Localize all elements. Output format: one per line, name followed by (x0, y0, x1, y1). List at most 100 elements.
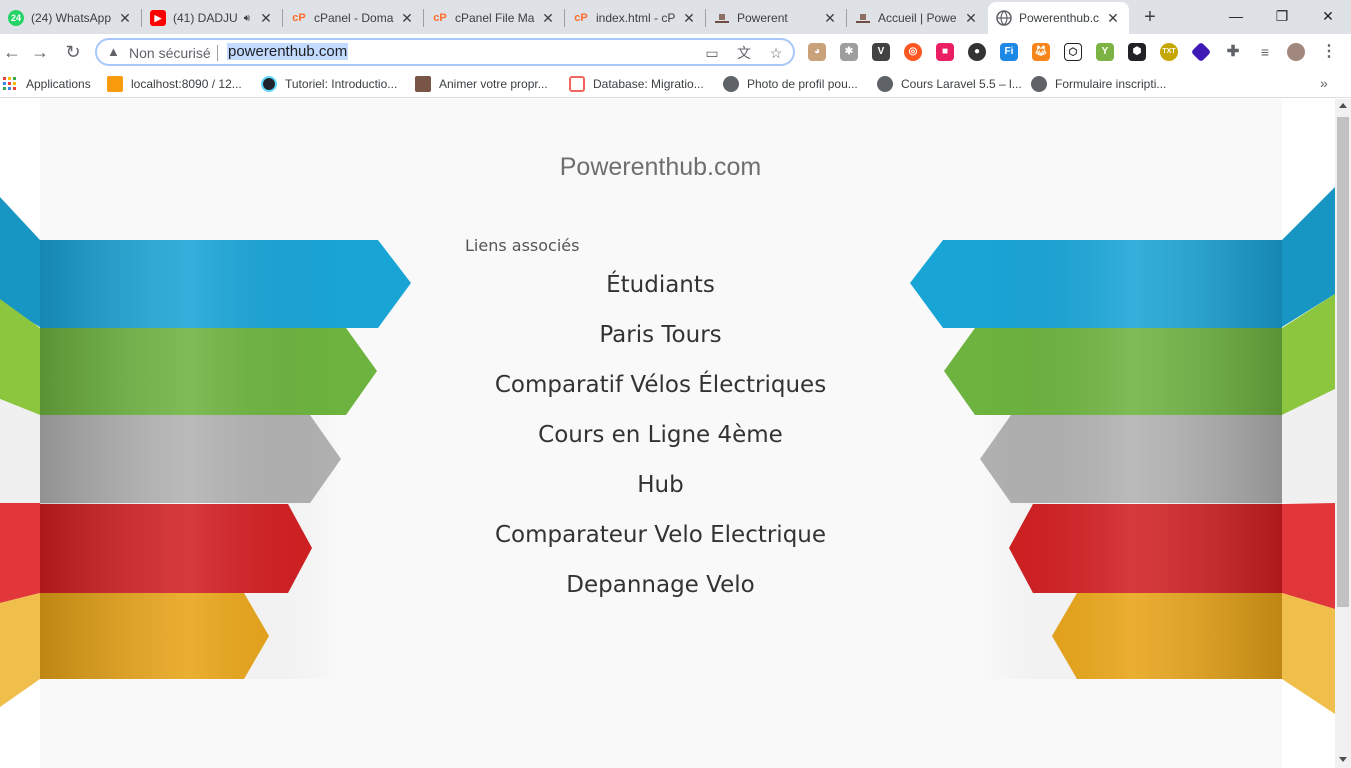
tab-title: (24) WhatsApp (31, 11, 112, 25)
reload-button[interactable]: ↻ (61, 40, 85, 64)
address-bar[interactable]: ▲ Non sécurisé powerenthub.com ▭ 文 ☆ (95, 38, 795, 66)
youtube-icon: ▶ (150, 10, 166, 26)
warning-icon[interactable]: ▲ (107, 44, 123, 60)
close-icon[interactable]: ✕ (540, 10, 556, 26)
globe-icon (996, 10, 1012, 26)
speaker-icon[interactable]: 🔊︎ (244, 13, 250, 24)
bookmark-label: Animer votre propr... (439, 77, 548, 91)
tab-title: Powerenthub.c (1019, 11, 1100, 25)
close-icon[interactable]: ✕ (399, 10, 415, 26)
tab-title: Accueil | Powe (878, 11, 957, 25)
extension-fi-icon[interactable]: Fi (1000, 43, 1018, 61)
close-icon[interactable]: ✕ (1105, 10, 1121, 26)
bookmarks-bar: Applications localhost:8090 / 12... Tuto… (0, 70, 1351, 98)
tab-powerenthub-active[interactable]: Powerenthub.c ✕ (988, 2, 1129, 34)
security-label[interactable]: Non sécurisé (129, 45, 211, 61)
scroll-down-arrow-icon[interactable] (1339, 757, 1347, 762)
tab-title: (41) DADJU (173, 11, 238, 25)
forward-button[interactable]: → (28, 40, 52, 64)
tab-index-html[interactable]: cP index.html - cP ✕ (565, 2, 705, 34)
laravel-icon (569, 76, 585, 92)
related-link[interactable]: Hub (0, 467, 1321, 517)
bookmark-cours-laravel[interactable]: Cours Laravel 5.5 – l... (877, 76, 1022, 92)
bookmark-label: Tutoriel: Introductio... (285, 77, 398, 91)
close-icon[interactable]: ✕ (822, 10, 838, 26)
tab-youtube[interactable]: ▶ (41) DADJU 🔊︎ ✕ (142, 2, 282, 34)
whatsapp-icon: 24 (8, 10, 24, 26)
vertical-scrollbar[interactable] (1335, 99, 1351, 768)
globe-icon (723, 76, 739, 92)
tab-title: Powerent (737, 11, 788, 25)
tab-powerent[interactable]: Powerent ✕ (706, 2, 846, 34)
site-title: Powerenthub.com (559, 153, 762, 181)
bookmark-tutoriel[interactable]: Tutoriel: Introductio... (261, 76, 397, 92)
translate-icon[interactable]: 文 (735, 44, 753, 62)
react-icon (261, 76, 277, 92)
cpanel-icon: cP (574, 12, 588, 24)
minimize-button[interactable]: — (1213, 4, 1259, 28)
extension-diamond-icon[interactable] (1190, 41, 1212, 63)
extension-translate-icon[interactable]: Y (1096, 43, 1114, 61)
browser-toolbar: ← → ↻ ▲ Non sécurisé powerenthub.com ▭ 文… (0, 34, 1351, 70)
close-icon[interactable]: ✕ (963, 10, 979, 26)
related-links-heading: Liens associés (465, 236, 580, 255)
new-tab-button[interactable]: + (1139, 6, 1161, 28)
bookmark-label: localhost:8090 / 12... (131, 77, 242, 91)
install-app-icon[interactable]: ▭ (703, 44, 721, 62)
bookmark-star-icon[interactable]: ☆ (767, 44, 785, 62)
restore-button[interactable]: ❐ (1259, 4, 1305, 28)
menu-kebab-icon[interactable]: ⋮ (1320, 43, 1338, 61)
bookmark-label: Database: Migratio... (593, 77, 704, 91)
tab-accueil[interactable]: Accueil | Powe ✕ (847, 2, 987, 34)
bookmarks-overflow-icon[interactable]: » (1320, 75, 1328, 91)
globe-icon (1031, 76, 1047, 92)
scroll-up-arrow-icon[interactable] (1339, 103, 1347, 108)
extension-monkey-icon[interactable]: ◕ (808, 43, 826, 61)
related-link[interactable]: Cours en Ligne 4ème (0, 417, 1321, 467)
url-text[interactable]: powerenthub.com (227, 43, 349, 60)
metamask-icon[interactable]: 🦊︎ (1032, 43, 1050, 61)
extensions-puzzle-icon[interactable]: ✚ (1224, 43, 1242, 61)
hat-icon (855, 10, 871, 26)
tab-title: cPanel File Ma (455, 11, 535, 25)
media-controls-icon[interactable]: ≡ (1256, 43, 1274, 61)
bookmark-label: Applications (26, 77, 91, 91)
related-links-list: Étudiants Paris Tours Comparatif Vélos É… (0, 267, 1321, 617)
bookmark-photo[interactable]: Photo de profil pou... (723, 76, 858, 92)
tab-strip: 24 (24) WhatsApp ✕ ▶ (41) DADJU 🔊︎ ✕ cP … (0, 0, 1351, 34)
extension-bug-icon[interactable]: ✱ (840, 43, 858, 61)
extension-target-icon[interactable]: ◎ (904, 43, 922, 61)
extension-cube-icon[interactable]: ⬡ (1064, 43, 1082, 61)
bookmark-localhost[interactable]: localhost:8090 / 12... (107, 76, 242, 92)
related-link[interactable]: Étudiants (0, 267, 1321, 317)
phpmyadmin-icon (107, 76, 123, 92)
related-link[interactable]: Depannage Velo (0, 567, 1321, 617)
bookmark-database[interactable]: Database: Migratio... (569, 76, 704, 92)
scrollbar-thumb[interactable] (1337, 117, 1349, 607)
extension-vue-icon[interactable]: V (872, 43, 890, 61)
tab-title: cPanel - Doma (314, 11, 394, 25)
bookmark-label: Cours Laravel 5.5 – l... (901, 77, 1022, 91)
close-icon[interactable]: ✕ (681, 10, 697, 26)
tab-cpanel-domains[interactable]: cP cPanel - Doma ✕ (283, 2, 423, 34)
related-link[interactable]: Comparateur Velo Electrique (0, 517, 1321, 567)
extension-circles-icon[interactable]: ● (968, 43, 986, 61)
bookmark-animer[interactable]: Animer votre propr... (415, 76, 548, 92)
bookmark-formulaire[interactable]: Formulaire inscripti... (1031, 76, 1166, 92)
extension-box-icon[interactable]: ⬢ (1128, 43, 1146, 61)
globe-icon (877, 76, 893, 92)
related-link[interactable]: Paris Tours (0, 317, 1321, 367)
tab-whatsapp[interactable]: 24 (24) WhatsApp ✕ (0, 2, 141, 34)
page-viewport: Powerenthub.com Liens associés Étudiants… (0, 99, 1335, 768)
related-link[interactable]: Comparatif Vélos Électriques (0, 367, 1321, 417)
profile-avatar[interactable] (1287, 43, 1305, 61)
extension-text-icon[interactable]: TXT (1160, 43, 1178, 61)
cpanel-icon: cP (433, 12, 447, 24)
close-icon[interactable]: ✕ (258, 10, 274, 26)
tab-cpanel-files[interactable]: cP cPanel File Ma ✕ (424, 2, 564, 34)
close-window-button[interactable]: ✕ (1305, 4, 1351, 28)
close-icon[interactable]: ✕ (117, 10, 133, 26)
bookmark-applications[interactable]: Applications (2, 76, 91, 92)
extension-gradient-icon[interactable]: ■ (936, 43, 954, 61)
back-button[interactable]: ← (0, 40, 24, 64)
